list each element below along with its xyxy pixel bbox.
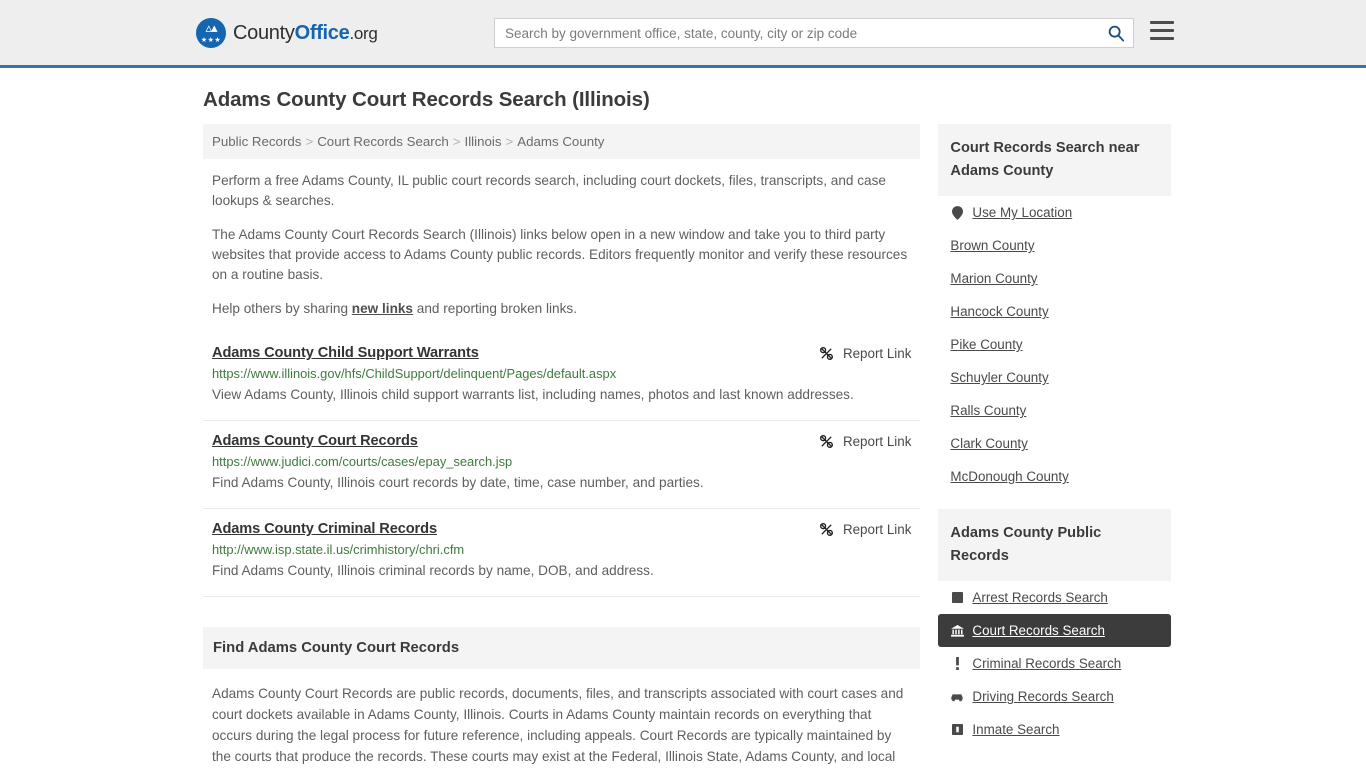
result-url: https://www.illinois.gov/hfs/ChildSuppor… <box>212 366 617 381</box>
logo-text-office: Office <box>294 21 350 44</box>
page-body: Adams County Court Records Search (Illin… <box>0 88 1366 767</box>
intro-paragraph-3: Help others by sharing new links and rep… <box>203 299 920 319</box>
county-link-marion[interactable]: Marion County <box>950 271 1037 286</box>
result-item: Adams County Criminal Records Report Lin… <box>203 509 921 597</box>
sidebar-county-item[interactable]: Brown County <box>938 229 1171 262</box>
sidebar-item-inmate-search[interactable]: Inmate Search <box>938 713 1171 746</box>
sidebar-link-criminal-records[interactable]: Criminal Records Search <box>972 656 1121 671</box>
logo-text: CountyOffice.org <box>233 22 378 45</box>
nearby-counties-list: Use My Location Brown County Marion Coun… <box>938 196 1171 493</box>
fingerprint-square-icon <box>950 592 964 603</box>
county-link-hancock[interactable]: Hancock County <box>950 304 1048 319</box>
breadcrumb-item-public-records[interactable]: Public Records <box>212 134 301 149</box>
broken-link-icon <box>819 347 833 360</box>
report-link-label: Report Link <box>842 434 912 449</box>
logo-text-org: .org <box>349 23 378 43</box>
courthouse-icon <box>950 624 964 637</box>
map-pin-icon <box>950 205 964 220</box>
site-logo[interactable]: ▵▴ ★★★ CountyOffice.org <box>196 18 378 48</box>
report-link-label: Report Link <box>842 346 912 361</box>
county-link-schuyler[interactable]: Schuyler County <box>950 370 1048 385</box>
intro-p3-after: and reporting broken links. <box>413 301 577 316</box>
county-link-mcdonough[interactable]: McDonough County <box>950 469 1068 484</box>
result-item: Adams County Court Records Report Link h… <box>203 421 921 509</box>
sidebar-county-item[interactable]: McDonough County <box>938 460 1171 493</box>
result-title-link[interactable]: Adams County Child Support Warrants <box>212 345 479 361</box>
logo-text-county: County <box>233 21 295 44</box>
county-link-pike[interactable]: Pike County <box>950 337 1022 352</box>
intro-text: Perform a free Adams County, IL public c… <box>203 171 920 319</box>
use-my-location-item[interactable]: Use My Location <box>938 196 1171 229</box>
new-links-link[interactable]: new links <box>352 301 413 316</box>
county-link-ralls[interactable]: Ralls County <box>950 403 1026 418</box>
exclamation-icon <box>950 657 964 670</box>
result-description: View Adams County, Illinois child suppor… <box>212 387 854 402</box>
eagle-shield-logo-icon: ▵▴ ★★★ <box>196 18 226 48</box>
sidebar-county-item[interactable]: Ralls County <box>938 394 1171 427</box>
county-link-brown[interactable]: Brown County <box>950 238 1034 253</box>
result-header: Adams County Criminal Records Report Lin… <box>212 521 911 537</box>
report-link-button[interactable]: Report Link <box>819 521 911 537</box>
search-input[interactable] <box>495 19 1099 47</box>
sidebar-link-arrest-records[interactable]: Arrest Records Search <box>972 590 1107 605</box>
sidebar-item-arrest-records[interactable]: Arrest Records Search <box>938 581 1171 614</box>
sidebar-item-criminal-records[interactable]: Criminal Records Search <box>938 647 1171 680</box>
find-section-body: Adams County Court Records are public re… <box>212 686 904 764</box>
jail-building-icon <box>950 724 964 735</box>
result-title-link[interactable]: Adams County Court Records <box>212 433 418 449</box>
result-item: Adams County Child Support Warrants Repo… <box>203 333 921 421</box>
broken-link-icon <box>819 523 833 536</box>
page-title: Adams County Court Records Search (Illin… <box>203 88 650 111</box>
breadcrumb: Public Records > Court Records Search > Illi… <box>203 124 921 159</box>
result-header: Adams County Child Support Warrants Repo… <box>212 345 911 361</box>
near-box-heading: Court Records Search near Adams County <box>938 124 1171 196</box>
intro-paragraph-1: Perform a free Adams County, IL public c… <box>212 173 886 208</box>
result-description: Find Adams County, Illinois court record… <box>212 475 704 490</box>
result-description: Find Adams County, Illinois criminal rec… <box>212 563 654 578</box>
result-title-link[interactable]: Adams County Criminal Records <box>212 521 437 537</box>
site-header: ▵▴ ★★★ CountyOffice.org <box>0 0 1366 68</box>
sidebar-link-court-records[interactable]: Court Records Search <box>972 623 1104 638</box>
find-section-heading: Find Adams County Court Records <box>203 627 921 669</box>
sidebar-county-item[interactable]: Pike County <box>938 328 1171 361</box>
breadcrumb-separator: > <box>505 134 514 149</box>
public-records-box-heading: Adams County Public Records <box>938 509 1171 581</box>
main-content: Public Records > Court Records Search > Illi… <box>203 124 921 767</box>
hamburger-menu-icon[interactable] <box>1150 21 1174 40</box>
intro-paragraph-2: The Adams County Court Records Search (I… <box>212 227 908 282</box>
sidebar-county-item[interactable]: Schuyler County <box>938 361 1171 394</box>
result-url: https://www.judici.com/courts/cases/epay… <box>212 454 513 469</box>
public-records-list: Arrest Records Search Court Records Sear… <box>938 581 1171 746</box>
breadcrumb-item-adams-county[interactable]: Adams County <box>517 134 604 149</box>
report-link-label: Report Link <box>842 522 912 537</box>
sidebar-county-item[interactable]: Hancock County <box>938 295 1171 328</box>
county-link-clark[interactable]: Clark County <box>950 436 1027 451</box>
search-button[interactable] <box>1099 19 1133 47</box>
sidebar-county-item[interactable]: Clark County <box>938 427 1171 460</box>
sidebar-link-inmate-search[interactable]: Inmate Search <box>972 722 1059 737</box>
report-link-button[interactable]: Report Link <box>819 433 911 449</box>
breadcrumb-item-illinois[interactable]: Illinois <box>465 134 502 149</box>
result-header: Adams County Court Records Report Link <box>212 433 911 449</box>
sidebar-county-item[interactable]: Marion County <box>938 262 1171 295</box>
intro-p3-before: Help others by sharing <box>212 301 352 316</box>
sidebar-link-driving-records[interactable]: Driving Records Search <box>972 689 1113 704</box>
car-icon <box>950 692 964 702</box>
search-bar[interactable] <box>494 18 1134 48</box>
result-url: http://www.isp.state.il.us/crimhistory/c… <box>212 542 465 557</box>
sidebar: Court Records Search near Adams County U… <box>938 124 1171 767</box>
report-link-button[interactable]: Report Link <box>819 345 911 361</box>
broken-link-icon <box>819 435 833 448</box>
breadcrumb-separator: > <box>452 134 461 149</box>
sidebar-item-driving-records[interactable]: Driving Records Search <box>938 680 1171 713</box>
sidebar-item-court-records[interactable]: Court Records Search <box>938 614 1171 647</box>
breadcrumb-item-court-records-search[interactable]: Court Records Search <box>317 134 449 149</box>
search-icon <box>1108 25 1125 42</box>
breadcrumb-separator: > <box>305 134 314 149</box>
use-my-location-link[interactable]: Use My Location <box>972 205 1072 220</box>
